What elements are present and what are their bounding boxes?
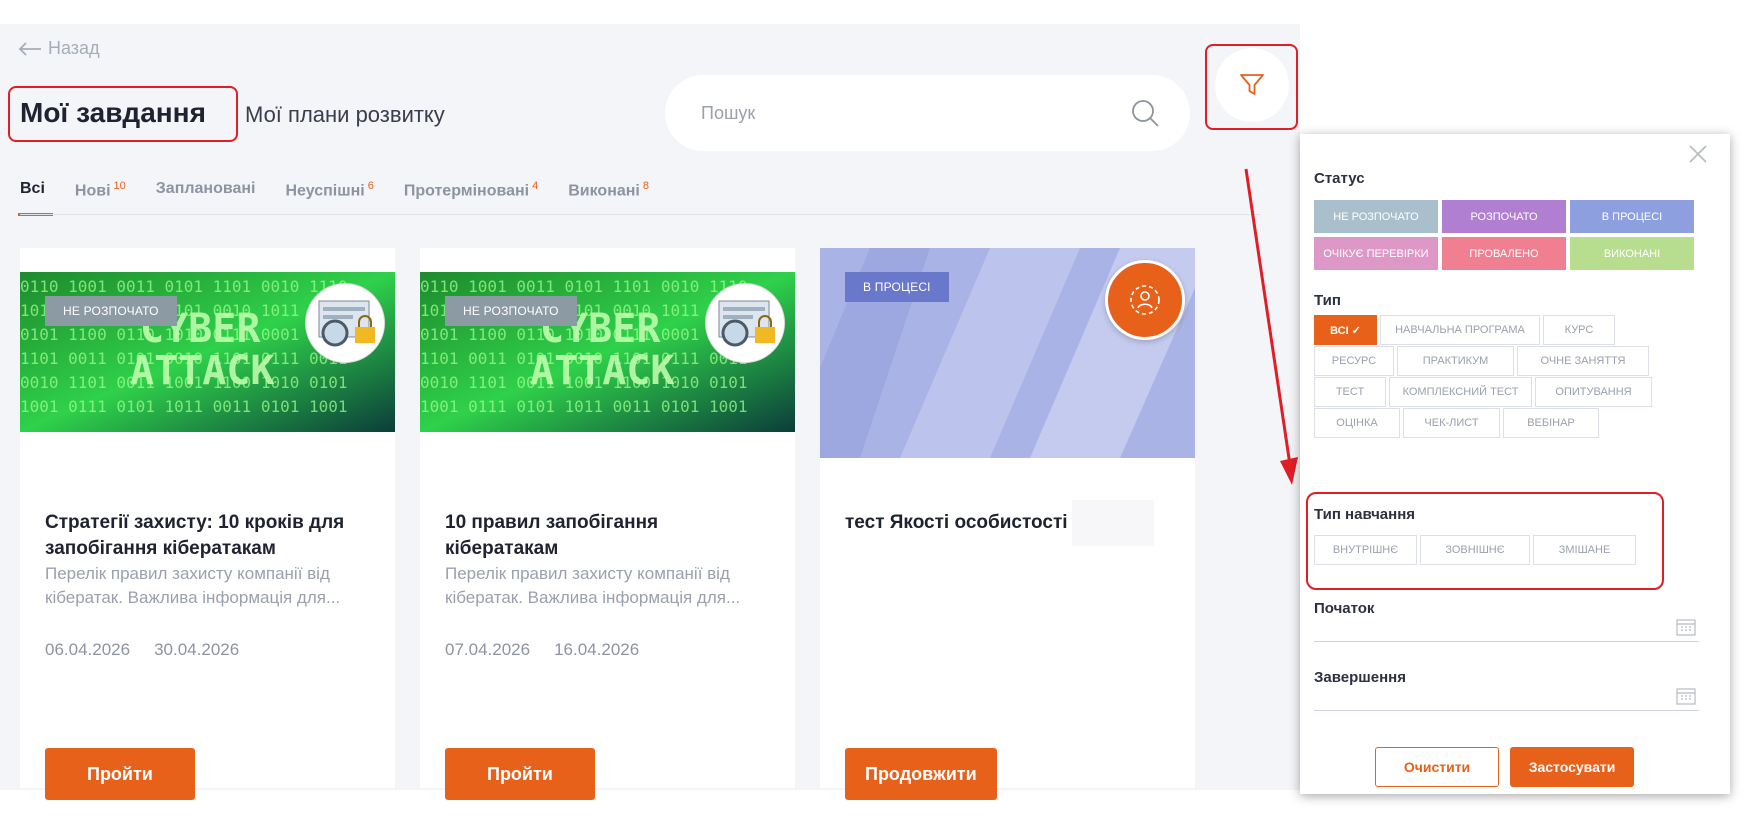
page-title: Мої завдання [20, 97, 206, 128]
end-date-field[interactable] [1314, 710, 1699, 711]
card-cover-image: 0110 1001 0011 0101 1101 0010 1110 1010 … [420, 272, 795, 432]
close-icon[interactable] [1686, 142, 1710, 166]
filter-icon [1240, 74, 1264, 95]
type-course[interactable]: КУРС [1543, 315, 1615, 345]
type-all[interactable]: ВСІ ✓ [1314, 315, 1377, 345]
course-thumbnail [706, 284, 784, 362]
tab-planned[interactable]: Заплановані [156, 180, 256, 214]
start-date: 06.04.2026 [45, 640, 131, 659]
card-description: Перелік правил захисту компанії від кібе… [445, 564, 741, 607]
status-tabs: Всі Нові 10 Заплановані Неуспішні 6 Протер… [18, 180, 679, 217]
filter-button[interactable] [1215, 48, 1289, 122]
tab-label: Неуспішні [285, 182, 365, 200]
tab-new[interactable]: Нові 10 [75, 180, 126, 214]
tab-count: 10 [113, 180, 126, 192]
clear-button[interactable]: Очистити [1375, 747, 1499, 787]
type-practicum[interactable]: ПРАКТИКУМ [1397, 346, 1514, 376]
task-card[interactable]: 0110 1001 0011 0101 1101 0010 1110 1010 … [20, 248, 395, 800]
card-cover-image: 0110 1001 0011 0101 1101 0010 1110 1010 … [20, 272, 395, 432]
start-button[interactable]: Пройти [45, 748, 195, 800]
card-cover-image: В ПРОЦЕСІ [820, 248, 1195, 458]
apply-button[interactable]: Застосувати [1510, 747, 1634, 787]
status-badge: НЕ РОЗПОЧАТО [445, 296, 577, 326]
tab-label: Заплановані [155, 180, 256, 197]
back-link[interactable]: Назад [18, 38, 100, 59]
screenshot-stage: Назад Мої завдання Мої плани розвитку Вс… [0, 0, 1748, 816]
calendar-icon[interactable] [1676, 618, 1696, 636]
tab-label: Протерміновані [403, 182, 530, 200]
svg-text:0110 1001 0011 0101 1101 0010: 0110 1001 0011 0101 1101 0010 1110 [420, 277, 748, 296]
type-resource[interactable]: РЕСУРС [1314, 346, 1394, 376]
type-checklist[interactable]: ЧЕК-ЛИСТ [1403, 408, 1500, 438]
tab-label: Всі [20, 180, 45, 197]
card-title: Стратегії захисту: 10 кроків для запобіг… [45, 512, 345, 559]
filter-panel: Статус НЕ РОЗПОЧАТО РОЗПОЧАТО В ПРОЦЕСІ … [1300, 134, 1730, 794]
search-bar [665, 75, 1190, 151]
status-started[interactable]: РОЗПОЧАТО [1442, 200, 1566, 233]
tab-count: 4 [532, 180, 539, 192]
end-date: 16.04.2026 [554, 640, 640, 659]
continue-button[interactable]: Продовжити [845, 748, 997, 800]
task-card[interactable]: В ПРОЦЕСІ тест Якості особистості Продов… [820, 248, 1195, 800]
calendar-icon[interactable] [1676, 687, 1696, 705]
status-completed[interactable]: ВИКОНАНІ [1570, 237, 1694, 270]
type-assessment[interactable]: ОЦІНКА [1314, 408, 1400, 438]
status-badge: В ПРОЦЕСІ [845, 272, 949, 302]
tab-label: Нові [74, 182, 111, 200]
svg-text:1001 0111 0101 1011 0011 0101: 1001 0111 0101 1011 0011 0101 1001 [20, 397, 348, 416]
svg-text:0110 1001 0011 0101 1101 0010: 0110 1001 0011 0101 1101 0010 1110 [20, 277, 348, 296]
tab-count: 8 [642, 180, 649, 192]
status-failed[interactable]: ПРОВАЛЕНО [1442, 237, 1566, 270]
status-not-started[interactable]: НЕ РОЗПОЧАТО [1314, 200, 1438, 233]
end-date: 30.04.2026 [154, 640, 240, 659]
tab-overdue[interactable]: Протерміновані 4 [404, 180, 538, 214]
type-webinar[interactable]: ВЕБІНАР [1503, 408, 1599, 438]
status-label: Статус [1314, 170, 1365, 187]
back-label: Назад [48, 38, 100, 58]
status-awaiting-review[interactable]: ОЧІКУЄ ПЕРЕВІРКИ [1314, 237, 1438, 270]
type-training-program[interactable]: НАВЧАЛЬНА ПРОГРАМА [1380, 315, 1540, 345]
status-badge: НЕ РОЗПОЧАТО [45, 296, 177, 326]
tab-failed[interactable]: Неуспішні 6 [285, 180, 373, 214]
start-date-field[interactable] [1314, 641, 1699, 642]
plans-link[interactable]: Мої плани розвитку [245, 102, 445, 128]
start-date: 07.04.2026 [445, 640, 531, 659]
learning-external[interactable]: ЗОВНІШНЄ [1420, 535, 1530, 565]
tab-count: 6 [367, 180, 374, 192]
type-label: Тип [1314, 292, 1341, 309]
type-survey[interactable]: ОПИТУВАННЯ [1535, 377, 1652, 407]
status-in-progress[interactable]: В ПРОЦЕСІ [1570, 200, 1694, 233]
type-in-person[interactable]: ОЧНЕ ЗАНЯТТЯ [1517, 346, 1649, 376]
personality-test-icon [1130, 285, 1160, 315]
task-card[interactable]: 0110 1001 0011 0101 1101 0010 1110 1010 … [420, 248, 795, 800]
test-type-icon [1105, 260, 1185, 340]
arrow-left-icon [18, 41, 41, 56]
start-date-label: Початок [1314, 600, 1375, 617]
svg-text:ATTACK: ATTACK [130, 348, 275, 394]
learning-mixed[interactable]: ЗМІШАНЕ [1533, 535, 1636, 565]
type-test[interactable]: ТЕСТ [1314, 377, 1386, 407]
card-dates: 06.04.2026 30.04.2026 [45, 640, 239, 660]
tab-completed[interactable]: Виконані 8 [568, 180, 649, 214]
search-icon[interactable] [1130, 98, 1160, 128]
svg-text:ATTACK: ATTACK [530, 348, 675, 394]
card-dates: 07.04.2026 16.04.2026 [445, 640, 639, 660]
search-input[interactable] [701, 102, 1130, 124]
svg-text:1001 0111 0101 1011 0011 0101: 1001 0111 0101 1011 0011 0101 1001 [420, 397, 748, 416]
card-title: 10 правил запобігання кібератакам [445, 512, 659, 559]
tab-all[interactable]: Всі [18, 180, 53, 217]
annotation-arrow [1244, 168, 1298, 485]
start-button[interactable]: Пройти [445, 748, 595, 800]
course-thumbnail [306, 284, 384, 362]
loading-placeholder [1072, 500, 1154, 546]
learning-internal[interactable]: ВНУТРІШНЄ [1314, 535, 1417, 565]
learning-type-label: Тип навчання [1314, 506, 1416, 523]
end-date-label: Завершення [1314, 669, 1406, 686]
type-complex-test[interactable]: КОМПЛЕКСНИЙ ТЕСТ [1389, 377, 1532, 407]
tabs-divider [20, 214, 1260, 215]
tab-label: Виконані [568, 182, 640, 200]
status-options: НЕ РОЗПОЧАТО РОЗПОЧАТО В ПРОЦЕСІ ОЧІКУЄ … [1314, 200, 1694, 270]
card-description: Перелік правил захисту компанії від кібе… [45, 564, 341, 607]
